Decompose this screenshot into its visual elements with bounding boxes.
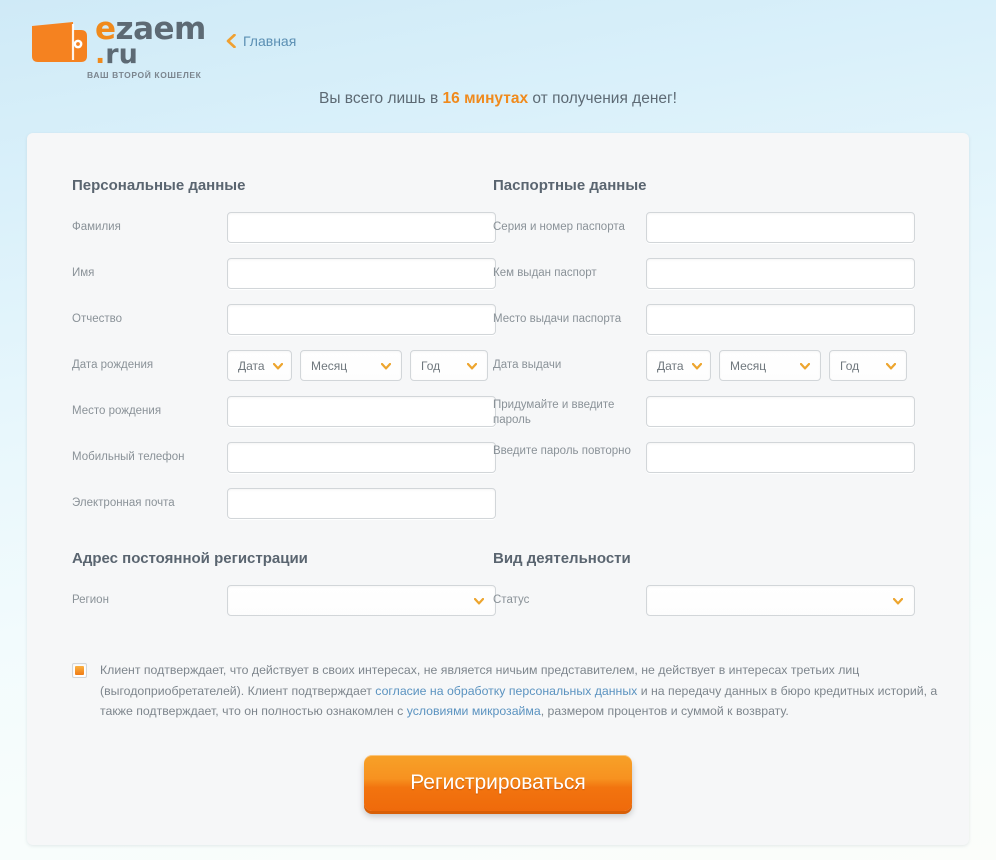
tagline-before: Вы всего лишь в xyxy=(319,90,443,107)
label-region: Регион xyxy=(72,593,109,606)
label-issue-date: Дата выдачи xyxy=(493,358,562,371)
birth-day-value: Дата xyxy=(238,358,265,373)
label-password: Придумайте и введите пароль xyxy=(493,399,615,426)
consent-text-part3: , размером процентов и суммой к возврату… xyxy=(540,704,789,719)
activity-section-title: Вид деятельности xyxy=(493,550,631,567)
registration-panel: Персональные данные Фамилия Имя Отчество… xyxy=(27,133,969,845)
region-select[interactable] xyxy=(227,585,496,616)
birth-year-value: Год xyxy=(421,358,441,373)
surname-input[interactable] xyxy=(227,212,496,243)
consent-checkbox[interactable] xyxy=(72,663,87,678)
site-logo[interactable]: ezaem .ru ВАШ ВТОРОЙ КОШЕЛЕК xyxy=(29,14,209,80)
chevron-down-icon xyxy=(692,363,702,370)
chevron-down-icon xyxy=(886,363,896,370)
label-birth-place: Место рождения xyxy=(72,404,162,417)
patronymic-input[interactable] xyxy=(227,304,496,335)
birth-month-select[interactable]: Месяц xyxy=(300,350,402,381)
logo-slogan: ВАШ ВТОРОЙ КОШЕЛЕК xyxy=(87,70,202,80)
chevron-down-icon xyxy=(893,598,903,605)
passport-number-input[interactable] xyxy=(646,212,915,243)
personal-data-consent-link[interactable]: согласие на обработку персональных данны… xyxy=(375,684,637,698)
status-select[interactable] xyxy=(646,585,915,616)
mobile-phone-input[interactable] xyxy=(227,442,496,473)
label-passport-number: Серия и номер паспорта xyxy=(493,220,625,233)
passport-issuer-input[interactable] xyxy=(646,258,915,289)
label-password-repeat: Введите пароль повторно xyxy=(493,445,631,457)
register-button[interactable]: Регистрироваться xyxy=(364,755,632,811)
issue-year-value: Год xyxy=(840,358,860,373)
label-birth-date: Дата рождения xyxy=(72,358,154,371)
birth-place-input[interactable] xyxy=(227,396,496,427)
label-passport-issuer: Кем выдан паспорт xyxy=(493,266,597,279)
issue-month-value: Месяц xyxy=(730,358,767,373)
page-header: ezaem .ru ВАШ ВТОРОЙ КОШЕЛЕК Главная Вы … xyxy=(0,0,996,133)
label-status: Статус xyxy=(493,593,530,606)
address-section-title: Адрес постоянной регистрации xyxy=(72,550,308,567)
logo-wordmark: ezaem .ru xyxy=(95,14,206,70)
home-link[interactable]: Главная xyxy=(226,33,296,49)
birth-year-select[interactable]: Год xyxy=(410,350,488,381)
logo-tld: ru xyxy=(105,39,138,70)
label-patronymic: Отчество xyxy=(72,312,122,325)
chevron-down-icon xyxy=(474,598,484,605)
chevron-down-icon xyxy=(800,363,810,370)
tagline-highlight: 16 минутах xyxy=(442,90,529,107)
tagline-after: от получения денег! xyxy=(528,90,677,107)
consent-text: Клиент подтверждает, что действует в сво… xyxy=(100,660,952,722)
email-input[interactable] xyxy=(227,488,496,519)
issue-month-select[interactable]: Месяц xyxy=(719,350,821,381)
birth-month-value: Месяц xyxy=(311,358,348,373)
label-passport-issue-place: Место выдачи паспорта xyxy=(493,312,622,325)
password-input[interactable] xyxy=(646,396,915,427)
personal-data-title: Персональные данные xyxy=(72,177,246,194)
birth-day-select[interactable]: Дата xyxy=(227,350,292,381)
issue-day-select[interactable]: Дата xyxy=(646,350,711,381)
issue-day-value: Дата xyxy=(657,358,684,373)
logo-dot: . xyxy=(95,39,106,70)
chevron-left-icon xyxy=(226,34,236,48)
submit-area: Регистрироваться xyxy=(27,755,969,811)
home-link-label: Главная xyxy=(243,33,297,49)
checkbox-fill-icon xyxy=(75,666,84,675)
issue-year-select[interactable]: Год xyxy=(829,350,907,381)
chevron-down-icon xyxy=(381,363,391,370)
wallet-icon xyxy=(32,22,87,62)
label-email: Электронная почта xyxy=(72,496,175,509)
passport-data-title: Паспортные данные xyxy=(493,177,647,194)
tagline: Вы всего лишь в 16 минутах от получения … xyxy=(0,90,996,108)
label-surname: Фамилия xyxy=(72,220,121,233)
passport-issue-place-input[interactable] xyxy=(646,304,915,335)
microloan-terms-link[interactable]: условиями микрозайма xyxy=(407,704,541,718)
password-repeat-input[interactable] xyxy=(646,442,915,473)
label-mobile-phone: Мобильный телефон xyxy=(72,450,185,463)
consent-block: Клиент подтверждает, что действует в сво… xyxy=(72,660,952,722)
chevron-down-icon xyxy=(467,363,477,370)
firstname-input[interactable] xyxy=(227,258,496,289)
label-firstname: Имя xyxy=(72,266,95,279)
chevron-down-icon xyxy=(273,363,283,370)
